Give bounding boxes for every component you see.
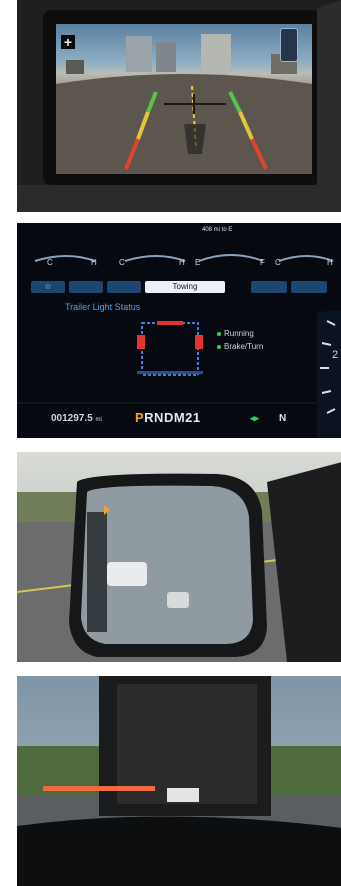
running-indicator-icon — [217, 331, 221, 336]
trailer-light-left — [137, 335, 145, 349]
neutral-indicator: N — [279, 413, 287, 424]
speedometer-digit: 2 — [332, 349, 339, 361]
rear-camera-panel: + — [17, 0, 341, 212]
turn-signal-icon: ◂▸ — [250, 413, 260, 423]
trailer-rear-panel — [17, 676, 341, 886]
side-mirror-panel — [17, 452, 341, 662]
camera-view-toggle-icon[interactable] — [280, 28, 298, 62]
camera-view — [54, 22, 314, 176]
gauge-trans-cold: C — [275, 258, 281, 267]
cluster-graphics — [17, 223, 341, 438]
trailer-light-right — [195, 335, 203, 349]
legend-running: Running — [217, 329, 254, 338]
steering-wheel — [17, 816, 341, 886]
tab-truck-apps[interactable] — [251, 281, 287, 293]
trailer-scene — [17, 676, 341, 886]
add-icon[interactable]: + — [61, 35, 75, 49]
gauge-trans-hot: H — [327, 258, 333, 267]
gauge-temp-cold: C — [47, 258, 53, 267]
gauge-oil-cold: C — [119, 258, 125, 267]
license-plate — [167, 788, 199, 802]
legend-brake-turn: Brake/Turn — [217, 342, 263, 351]
brake-turn-indicator-icon — [217, 344, 221, 349]
instrument-cluster-panel: C H C H E F C H 408 mi to E ☆ Towing Tra… — [17, 223, 341, 438]
tab-towing[interactable]: Towing — [145, 281, 225, 293]
tab-trip[interactable] — [69, 281, 103, 293]
gauge-temp-hot: H — [91, 258, 97, 267]
range-readout: 408 mi to E — [202, 227, 233, 233]
trailer-light-bar — [43, 786, 155, 791]
camera-scene — [56, 34, 312, 174]
gear-indicator: PRNDM21 — [135, 410, 201, 425]
odometer: 001297.5 mi — [51, 413, 102, 424]
fuel-empty-label: E — [195, 258, 201, 267]
side-mirror-scene — [17, 452, 341, 662]
cluster-tab-bar: ☆ Towing — [31, 281, 333, 293]
tab-fuel[interactable] — [107, 281, 141, 293]
gauge-oil-hot: H — [179, 258, 185, 267]
tab-favorites[interactable]: ☆ — [31, 281, 65, 293]
tab-settings[interactable] — [291, 281, 327, 293]
fuel-full-label: F — [260, 258, 265, 267]
trailer-light-status-title: Trailer Light Status — [65, 302, 141, 312]
